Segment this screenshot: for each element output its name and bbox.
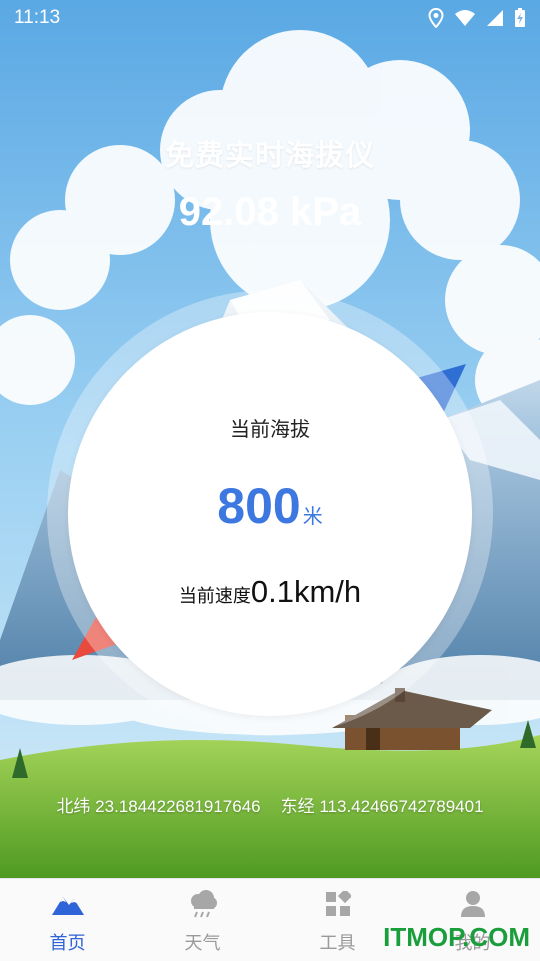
coordinates: 北纬 23.184422681917646 东经 113.424667427894… [0,792,540,817]
status-bar: 11:13 [0,0,540,36]
latitude: 北纬 23.184422681917646 [56,797,261,816]
nav-label-home: 首页 [49,933,86,954]
nav-item-weather[interactable]: 天气 [135,879,270,961]
nav-label-weather: 天气 [184,933,221,954]
app-title: 免费实时海拔仪 [164,138,375,172]
wifi-icon [455,10,475,26]
altitude-readout: 800 米 [68,477,472,535]
longitude: 东经 113.42466742789401 [280,797,484,816]
speed-value: 0.1km/h [250,574,362,609]
battery-icon [515,8,525,27]
nav-label-tools: 工具 [319,933,356,954]
altitude-value: 800 [217,478,301,534]
speed-readout: 当前速度0.1km/h [68,574,472,610]
nav-item-home[interactable]: 首页 [0,879,135,961]
profile-icon [460,891,485,917]
watermark: ITMOP.COM [383,922,530,952]
weather-icon [190,890,217,918]
mountain-icon [51,897,84,915]
altitude-label: 当前海拔 [230,417,310,441]
status-time: 11:13 [14,7,61,28]
altitude-gauge: 当前海拔 800 米 当前速度0.1km/h [68,312,472,716]
pressure-reading: 92.08 kPa [178,190,362,234]
location-icon [428,8,444,28]
tools-icon [325,891,351,916]
status-icons [428,8,526,28]
altitude-unit: 米 [302,504,323,528]
signal-icon [487,10,503,26]
speed-label: 当前速度 [178,586,251,607]
